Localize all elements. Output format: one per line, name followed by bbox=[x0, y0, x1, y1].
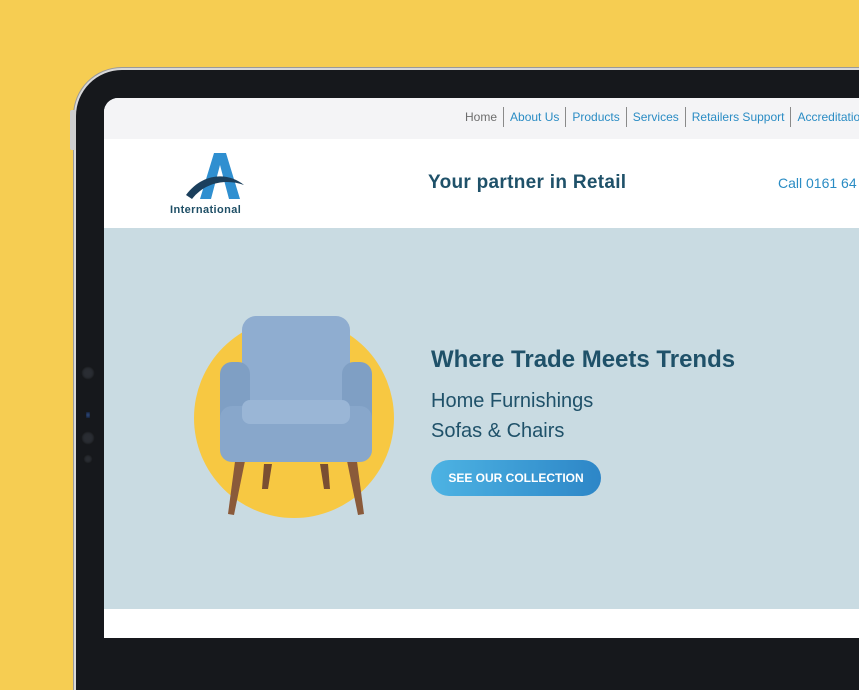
company-logo[interactable]: International bbox=[170, 151, 260, 221]
logo-text: International bbox=[170, 204, 242, 216]
nav-item-accreditations[interactable]: Accreditations bbox=[790, 107, 859, 127]
armchair-image bbox=[220, 316, 372, 515]
nav-item-services[interactable]: Services bbox=[625, 107, 685, 127]
tablet-button bbox=[70, 110, 76, 150]
nav-item-home[interactable]: Home bbox=[459, 107, 503, 127]
flash bbox=[83, 454, 93, 464]
hero-subtitle-line-1: Home Furnishings bbox=[431, 390, 594, 412]
hero-subtitle-line-2: Sofas & Chairs bbox=[431, 420, 565, 442]
see-our-collection-button[interactable]: SEE OUR COLLECTION bbox=[431, 460, 601, 496]
hero-title: Where Trade Meets Trends bbox=[431, 346, 736, 373]
nav-item-products[interactable]: Products bbox=[565, 107, 625, 127]
top-navigation: Home About Us Products Services Retailer… bbox=[104, 98, 859, 139]
call-phone-link[interactable]: Call 0161 64 bbox=[778, 175, 857, 191]
indicator-light bbox=[86, 412, 90, 418]
letter-a-logo-icon bbox=[186, 153, 244, 199]
nav-item-about-us[interactable]: About Us bbox=[503, 107, 565, 127]
nav-list: Home About Us Products Services Retailer… bbox=[459, 107, 859, 127]
site-header: International Your partner in Retail Cal… bbox=[104, 139, 859, 228]
camera-sensor bbox=[81, 366, 95, 380]
camera-lens bbox=[81, 431, 95, 445]
nav-item-retailers-support[interactable]: Retailers Support bbox=[684, 107, 791, 127]
browser-screen: Home About Us Products Services Retailer… bbox=[104, 98, 859, 638]
header-tagline: Your partner in Retail bbox=[428, 172, 627, 193]
hero-banner: Where Trade Meets Trends Home Furnishing… bbox=[104, 228, 859, 609]
